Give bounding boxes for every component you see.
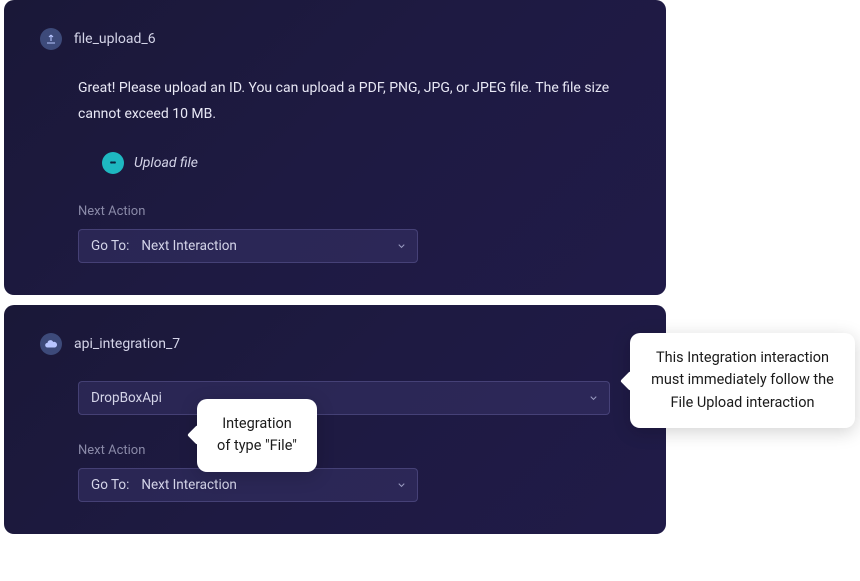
next-action-select[interactable]: Go To: Next Interaction — [78, 468, 418, 502]
upload-file-row[interactable]: Upload file — [102, 152, 630, 174]
goto-value: Next Interaction — [141, 477, 237, 493]
chat-bubble-icon — [102, 152, 124, 174]
chevron-down-icon — [588, 392, 599, 403]
file-upload-card: file_upload_6 Great! Please upload an ID… — [4, 0, 666, 295]
card-title: file_upload_6 — [74, 31, 156, 47]
tooltip-integration-type: Integration of type "File" — [197, 399, 317, 472]
next-action-label: Next Action — [78, 443, 630, 458]
tooltip-text: This Integration interaction must immedi… — [651, 349, 834, 411]
card-header: file_upload_6 — [40, 28, 630, 50]
file-upload-icon — [40, 28, 62, 50]
next-action-label: Next Action — [78, 204, 630, 219]
card-title: api_integration_7 — [74, 336, 180, 352]
goto-value: Next Interaction — [141, 238, 237, 254]
tooltip-follow-note: This Integration interaction must immedi… — [630, 333, 855, 428]
integration-value: DropBoxApi — [91, 390, 162, 406]
integration-select[interactable]: DropBoxApi — [78, 381, 610, 415]
chevron-down-icon — [396, 479, 407, 490]
tooltip-text: Integration of type "File" — [217, 415, 297, 454]
instruction-text: Great! Please upload an ID. You can uplo… — [78, 76, 630, 128]
goto-prefix: Go To: — [91, 477, 129, 493]
goto-prefix: Go To: — [91, 238, 129, 254]
chevron-down-icon — [396, 240, 407, 251]
card-header: api_integration_7 — [40, 333, 630, 355]
upload-file-label: Upload file — [134, 155, 198, 171]
api-integration-card: api_integration_7 DropBoxApi Next Action… — [4, 305, 666, 534]
next-action-select[interactable]: Go To: Next Interaction — [78, 229, 418, 263]
cloud-icon — [40, 333, 62, 355]
